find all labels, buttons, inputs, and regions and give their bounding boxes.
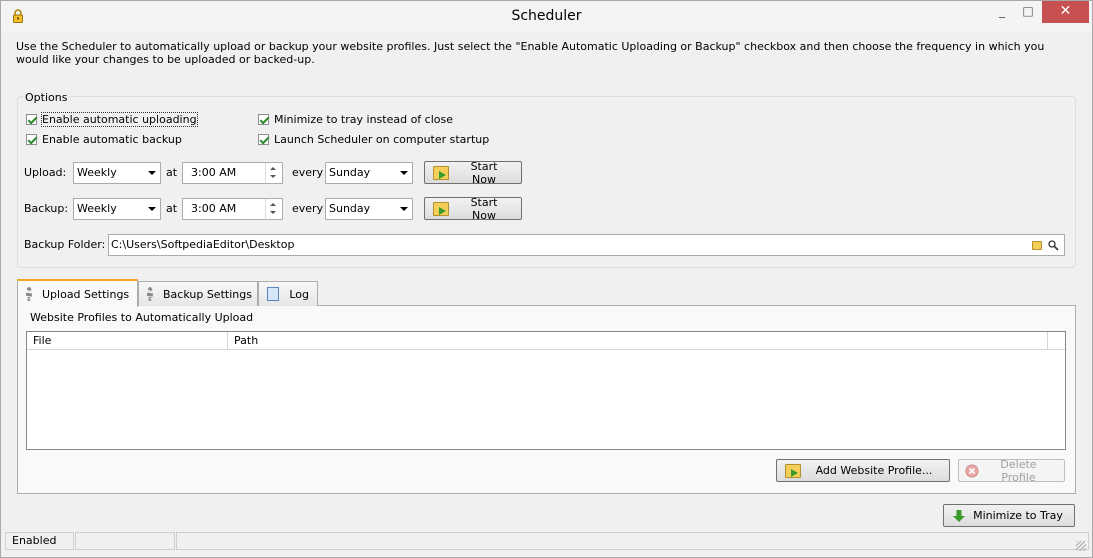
time-value: 3:00 AM <box>191 166 237 179</box>
button-label: Start Now <box>470 159 498 186</box>
checkbox-label: Minimize to tray instead of close <box>274 113 453 126</box>
checkbox-check-icon <box>26 114 37 125</box>
upload-time-spinner[interactable]: 3:00 AM <box>182 162 283 184</box>
backup-label: Backup: <box>24 202 69 215</box>
backup-at-label: at <box>166 202 178 215</box>
select-value: Sunday <box>329 202 371 215</box>
spinner-buttons[interactable] <box>265 199 282 219</box>
tab-label: Upload Settings <box>42 287 130 301</box>
upload-at-label: at <box>166 166 178 179</box>
spin-up-icon[interactable] <box>270 203 276 206</box>
status-panel-2 <box>75 532 175 550</box>
upload-label: Upload: <box>24 166 67 179</box>
select-value: Sunday <box>329 166 371 179</box>
spin-down-icon[interactable] <box>270 175 276 178</box>
checkbox-label: Enable automatic backup <box>42 133 182 146</box>
gear-icon <box>147 287 153 301</box>
checkbox-check-icon <box>258 134 269 145</box>
list-header: File Path <box>27 332 1065 350</box>
backup-every-label: every <box>292 202 324 215</box>
backup-start-now-button[interactable]: Start Now <box>424 195 522 222</box>
gear-icon <box>26 287 32 301</box>
button-label: Minimize to Tray <box>973 509 1063 522</box>
spin-up-icon[interactable] <box>270 167 276 170</box>
time-value: 3:00 AM <box>191 202 237 215</box>
spin-down-icon[interactable] <box>270 211 276 214</box>
button-label: Start Now <box>470 195 498 222</box>
tab-label: Backup Settings <box>163 287 252 301</box>
backup-folder-field[interactable]: C:\Users\SoftpediaEditor\Desktop <box>108 234 1065 256</box>
spinner-buttons[interactable] <box>265 163 282 183</box>
status-panel-3 <box>176 532 1089 550</box>
chevron-down-icon <box>400 171 408 175</box>
tab-backup-settings[interactable]: Backup Settings <box>138 281 258 306</box>
enable-automatic-uploading-checkbox[interactable]: Enable automatic uploading <box>26 112 198 127</box>
minimize-window-button[interactable]: _ <box>989 1 1015 23</box>
website-profiles-list[interactable]: File Path <box>26 331 1066 450</box>
document-icon <box>267 287 280 301</box>
delete-profile-button[interactable]: Delete Profile <box>958 457 1065 484</box>
backup-frequency-select[interactable]: Weekly <box>73 198 161 220</box>
backup-folder-path: C:\Users\SoftpediaEditor\Desktop <box>111 238 295 251</box>
column-header-path[interactable]: Path <box>228 332 1048 349</box>
button-label: Delete Profile <box>1000 457 1037 484</box>
chevron-down-icon <box>400 207 408 211</box>
browse-folder-icon[interactable] <box>1032 241 1042 250</box>
title-bar[interactable]: Scheduler _ □ ✕ <box>1 1 1092 31</box>
maximize-window-button[interactable]: □ <box>1015 1 1041 23</box>
select-value: Weekly <box>77 166 117 179</box>
chevron-down-icon <box>148 171 156 175</box>
enable-automatic-backup-checkbox[interactable]: Enable automatic backup <box>26 132 182 147</box>
button-label: Add Website Profile... <box>815 464 933 477</box>
backup-time-spinner[interactable]: 3:00 AM <box>182 198 283 220</box>
chevron-down-icon <box>148 207 156 211</box>
folder-arrow-icon <box>433 201 449 216</box>
backup-day-select[interactable]: Sunday <box>325 198 413 220</box>
status-text: Enabled <box>5 532 74 550</box>
close-window-button[interactable]: ✕ <box>1042 1 1089 23</box>
profiles-section-title: Website Profiles to Automatically Upload <box>30 311 254 324</box>
upload-start-now-button[interactable]: Start Now <box>424 159 522 186</box>
resize-grip-icon[interactable] <box>1076 541 1086 551</box>
minimize-to-tray-button[interactable]: Minimize to Tray <box>943 504 1075 527</box>
minimize-to-tray-checkbox[interactable]: Minimize to tray instead of close <box>258 112 453 127</box>
checkbox-check-icon <box>26 134 37 145</box>
upload-frequency-select[interactable]: Weekly <box>73 162 161 184</box>
upload-every-label: every <box>292 166 324 179</box>
delete-icon <box>965 464 979 477</box>
scheduler-window: Scheduler _ □ ✕ Use the Scheduler to aut… <box>0 0 1093 558</box>
backup-folder-label: Backup Folder: <box>24 238 106 251</box>
checkbox-label: Launch Scheduler on computer startup <box>274 133 490 146</box>
search-icon[interactable] <box>1048 240 1059 251</box>
launch-on-startup-checkbox[interactable]: Launch Scheduler on computer startup <box>258 132 489 147</box>
checkbox-label: Enable automatic uploading <box>41 112 198 127</box>
tab-log[interactable]: Log <box>258 281 318 306</box>
checkbox-check-icon <box>258 114 269 125</box>
add-website-profile-button[interactable]: Add Website Profile... <box>776 459 950 482</box>
select-value: Weekly <box>77 202 117 215</box>
window-title: Scheduler <box>511 8 582 24</box>
folder-arrow-icon <box>785 463 801 478</box>
folder-arrow-icon <box>433 165 449 180</box>
upload-day-select[interactable]: Sunday <box>325 162 413 184</box>
options-legend: Options <box>23 91 70 104</box>
intro-text: Use the Scheduler to automatically uploa… <box>16 40 1045 66</box>
column-header-file[interactable]: File <box>27 332 228 349</box>
arrow-down-icon <box>953 509 965 522</box>
tab-label: Log <box>289 287 309 301</box>
tab-upload-settings[interactable]: Upload Settings <box>17 279 138 307</box>
